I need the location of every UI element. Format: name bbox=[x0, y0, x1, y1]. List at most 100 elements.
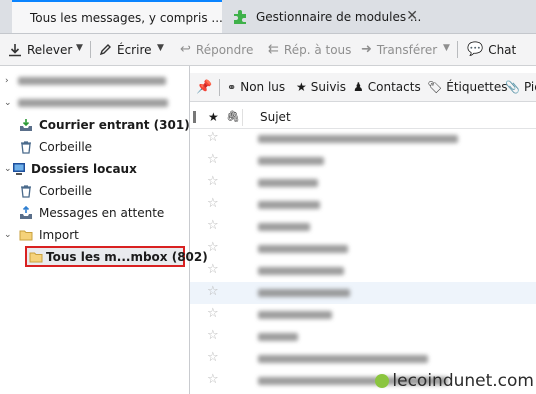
table-row[interactable]: ☆ bbox=[190, 128, 536, 150]
folder-all-messages-mbox[interactable]: Tous les m...mbox (802) bbox=[25, 246, 208, 267]
folder-inbox[interactable]: Courrier entrant (301) bbox=[0, 114, 190, 136]
thread-list: ☆ ☆ ☆ ☆ ☆ ☆ ☆ ☆ ☆ ☆ ☆ ☆ bbox=[190, 128, 536, 394]
reply-all-icon: ⇇ bbox=[268, 42, 279, 57]
chat-bubble-icon: 💬 bbox=[467, 42, 484, 57]
star-icon[interactable]: ☆ bbox=[207, 329, 219, 343]
pin-filter-button[interactable]: 📌 bbox=[196, 73, 212, 101]
chat-button[interactable]: 💬 Chat bbox=[467, 34, 516, 65]
account-row[interactable]: ⌄ bbox=[0, 92, 189, 114]
filter-tags[interactable]: 🏷 Étiquettes bbox=[427, 73, 508, 101]
site-watermark: lecoindunet.com bbox=[375, 371, 534, 391]
filter-separator bbox=[219, 79, 220, 96]
folder-local-folders[interactable]: ⌄ Dossiers locaux bbox=[0, 158, 189, 180]
chevron-right-icon[interactable]: › bbox=[5, 76, 9, 86]
forward-button[interactable]: ➜ Transférer bbox=[361, 34, 437, 65]
folder-icon bbox=[29, 252, 43, 263]
reply-all-button[interactable]: ⇇ Rép. à tous bbox=[268, 34, 351, 65]
table-row[interactable]: ☆ bbox=[190, 348, 536, 370]
filter-unread[interactable]: ⚭ Non lus bbox=[227, 73, 285, 101]
download-icon bbox=[9, 43, 21, 56]
contact-icon: ♟ bbox=[353, 80, 364, 94]
star-icon[interactable]: ☆ bbox=[207, 131, 219, 145]
subject-redacted bbox=[258, 245, 348, 253]
folder-trash-local[interactable]: Corbeille bbox=[0, 180, 189, 202]
chevron-down-icon[interactable]: ▼ bbox=[76, 43, 83, 53]
chevron-down-icon[interactable]: ⌄ bbox=[4, 164, 12, 174]
filter-attachments[interactable]: 📎 Piè bbox=[505, 73, 536, 101]
star-icon[interactable]: ☆ bbox=[207, 307, 219, 321]
subject-redacted bbox=[258, 157, 324, 165]
star-icon[interactable]: ☆ bbox=[207, 285, 219, 299]
chevron-down-icon[interactable]: ▼ bbox=[157, 43, 164, 53]
folder-import[interactable]: ⌄ Import bbox=[0, 224, 189, 246]
filter-starred[interactable]: ★ Suivis bbox=[296, 73, 346, 101]
folder-pane: › ⌄ Courrier entrant (301) Corbeille ⌄ D… bbox=[0, 66, 208, 394]
table-row[interactable]: ☆ bbox=[190, 326, 536, 348]
star-icon[interactable]: ☆ bbox=[207, 241, 219, 255]
write-button[interactable]: Écrire bbox=[99, 34, 152, 65]
account-name-redacted bbox=[18, 77, 166, 85]
table-row[interactable]: ☆ bbox=[190, 238, 536, 260]
tab-addons-manager[interactable]: Gestionnaire de modules ... ✕ bbox=[224, 0, 424, 33]
star-icon[interactable]: ☆ bbox=[207, 263, 219, 277]
tab-all-messages[interactable]: Tous les messages, y compris ... bbox=[12, 0, 223, 33]
pin-icon: 📌 bbox=[196, 79, 213, 95]
table-row[interactable]: ☆ bbox=[190, 172, 536, 194]
subject-redacted bbox=[258, 333, 298, 341]
table-row[interactable]: ☆ bbox=[190, 194, 536, 216]
pencil-icon bbox=[99, 44, 111, 56]
get-messages-button[interactable]: Relever bbox=[8, 34, 72, 65]
star-icon[interactable]: ☆ bbox=[207, 219, 219, 233]
unread-dot-icon: ⚭ bbox=[227, 80, 237, 94]
chevron-down-icon[interactable]: ▼ bbox=[443, 43, 450, 53]
inbox-icon bbox=[20, 119, 32, 131]
reply-icon: ↩ bbox=[180, 42, 191, 57]
folder-icon bbox=[19, 230, 33, 241]
table-row[interactable]: ☆ bbox=[190, 150, 536, 172]
chevron-down-icon[interactable]: ⌄ bbox=[4, 98, 12, 108]
subject-redacted bbox=[258, 311, 332, 319]
computer-icon bbox=[13, 163, 25, 175]
column-picker-icon[interactable] bbox=[193, 111, 196, 123]
filter-contacts[interactable]: ♟ Contacts bbox=[353, 73, 421, 101]
star-column-icon[interactable]: ★ bbox=[208, 110, 219, 124]
account-name-redacted bbox=[18, 99, 168, 107]
subject-redacted bbox=[258, 289, 350, 297]
chevron-down-icon[interactable]: ⌄ bbox=[4, 230, 12, 240]
star-icon[interactable]: ☆ bbox=[207, 351, 219, 365]
subject-redacted bbox=[258, 135, 458, 143]
star-icon[interactable]: ☆ bbox=[207, 197, 219, 211]
toolbar-separator bbox=[90, 41, 91, 58]
subject-column[interactable]: Sujet bbox=[260, 110, 291, 124]
subject-redacted bbox=[258, 179, 318, 187]
subject-redacted bbox=[258, 201, 320, 209]
folder-outbox[interactable]: Messages en attente bbox=[0, 202, 189, 224]
column-divider bbox=[242, 109, 243, 126]
forward-icon: ➜ bbox=[361, 42, 372, 57]
outbox-icon bbox=[20, 206, 32, 219]
logo-icon bbox=[375, 374, 390, 388]
star-icon: ★ bbox=[296, 80, 307, 94]
trash-icon bbox=[21, 185, 31, 198]
quick-filter-bar: 📌 ⚭ Non lus ★ Suivis ♟ Contacts 🏷 Étique… bbox=[190, 73, 536, 102]
star-icon[interactable]: ☆ bbox=[207, 153, 219, 167]
subject-redacted bbox=[258, 223, 310, 231]
account-row[interactable]: › bbox=[0, 70, 189, 92]
tab-label: Gestionnaire de modules ... bbox=[256, 9, 422, 24]
tag-icon: 🏷 bbox=[427, 80, 443, 94]
tab-label: Tous les messages, y compris ... bbox=[30, 10, 223, 25]
star-icon[interactable]: ☆ bbox=[207, 373, 219, 387]
table-row[interactable]: ☆ bbox=[190, 260, 536, 282]
close-icon[interactable]: ✕ bbox=[406, 8, 418, 24]
reply-button[interactable]: ↩ Répondre bbox=[180, 34, 253, 65]
table-row[interactable]: ☆ bbox=[190, 282, 536, 304]
table-row[interactable]: ☆ bbox=[190, 216, 536, 238]
thread-column-header: ★ 🖇 Sujet bbox=[190, 107, 536, 129]
folder-trash[interactable]: Corbeille bbox=[0, 136, 189, 158]
star-icon[interactable]: ☆ bbox=[207, 175, 219, 189]
attachment-column-icon[interactable]: 🖇 bbox=[226, 110, 240, 123]
toolbar-separator bbox=[457, 41, 458, 58]
paperclip-icon: 📎 bbox=[505, 80, 520, 94]
table-row[interactable]: ☆ bbox=[190, 304, 536, 326]
subject-redacted bbox=[258, 355, 428, 363]
